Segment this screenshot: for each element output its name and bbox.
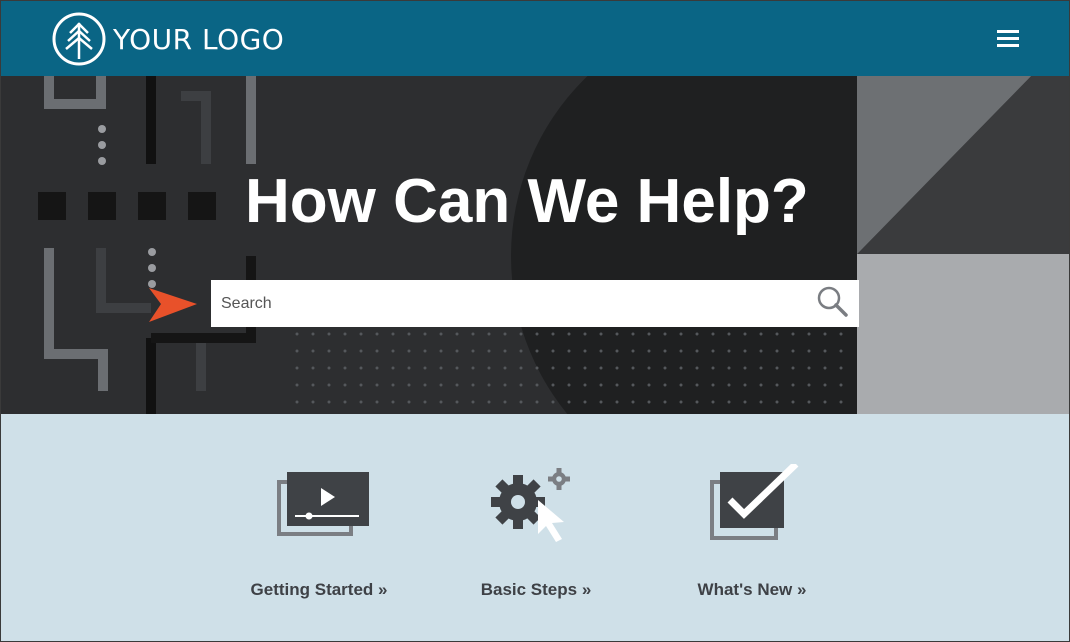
- hamburger-menu-icon[interactable]: [995, 27, 1021, 49]
- tile-label-basic-steps: Basic Steps »: [480, 580, 592, 599]
- orange-arrow-pointer-icon: [149, 288, 197, 322]
- search-input[interactable]: [211, 280, 811, 327]
- tile-basic-steps[interactable]: Basic Steps »: [436, 414, 636, 641]
- checkbox-check-icon: [710, 464, 799, 540]
- logo-text: YOUR LOGO: [113, 22, 285, 56]
- tile-label-whats-new: What's New »: [697, 580, 807, 599]
- tree-icon: [52, 12, 106, 66]
- site-header: YOUR LOGO: [1, 1, 1069, 76]
- logo[interactable]: YOUR LOGO: [51, 11, 284, 67]
- tile-getting-started[interactable]: Getting Started »: [219, 414, 419, 641]
- tile-label-getting-started: Getting Started »: [250, 580, 388, 599]
- gears-cursor-icon: [491, 468, 570, 542]
- hero-banner: How Can We Help?: [1, 76, 1069, 414]
- search-bar: [211, 280, 859, 327]
- page-frame: YOUR LOGO How Can We Help? Search Gettin…: [0, 0, 1070, 642]
- tile-whats-new[interactable]: What's New »: [652, 414, 852, 641]
- quick-links: Getting Started » Basic Steps » What's N…: [1, 414, 1069, 641]
- hero-background-graphic: [1, 76, 1069, 414]
- search-icon[interactable]: [813, 282, 853, 322]
- hero-title: How Can We Help?: [245, 167, 809, 236]
- video-player-icon: [277, 472, 369, 536]
